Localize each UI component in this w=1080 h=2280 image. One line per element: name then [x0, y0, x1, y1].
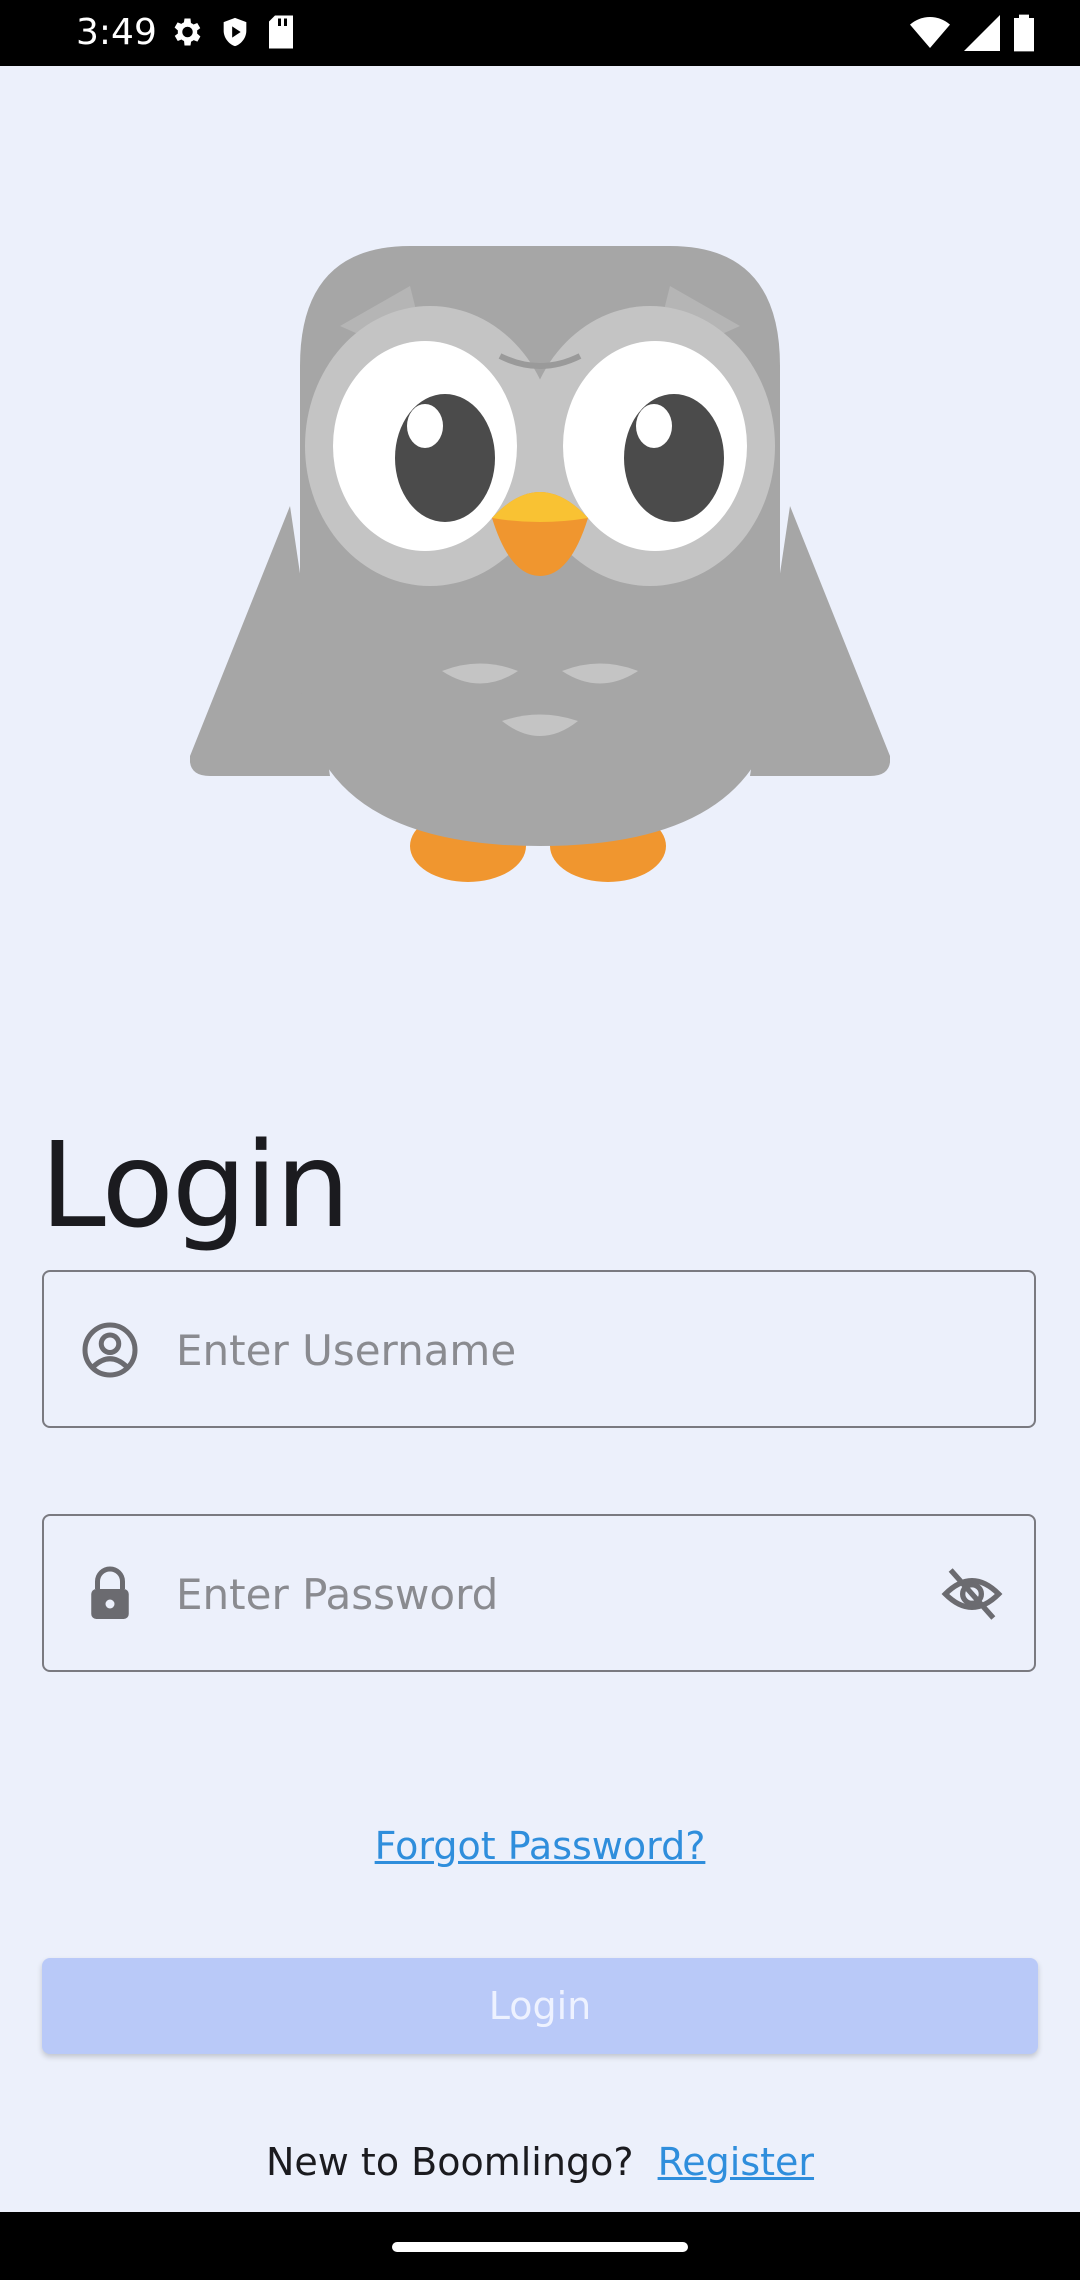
new-user-text: New to Boomlingo?: [265, 2140, 634, 2184]
user-circle-icon: [80, 1320, 140, 1380]
navigation-bar: [0, 2212, 1080, 2280]
visibility-off-icon[interactable]: [940, 1562, 1004, 1626]
wifi-icon: [910, 15, 950, 56]
register-link[interactable]: Register: [658, 2140, 814, 2184]
username-input[interactable]: [174, 1272, 938, 1428]
home-gesture-handle[interactable]: [392, 2242, 688, 2252]
status-bar: 3:49: [0, 0, 1080, 66]
status-right-icons: [910, 14, 1034, 57]
status-left-icons: [168, 14, 296, 55]
forgot-password-link[interactable]: Forgot Password?: [0, 1824, 1080, 1868]
shield-play-icon: [218, 14, 252, 55]
register-row: New to Boomlingo? Register: [0, 2140, 1080, 2184]
battery-icon: [1014, 14, 1034, 57]
lock-icon: [80, 1564, 140, 1624]
login-button[interactable]: Login: [42, 1958, 1038, 2054]
owl-mascot-icon: [189, 246, 891, 946]
sd-card-icon: [266, 14, 296, 55]
password-input[interactable]: [174, 1516, 938, 1672]
username-field[interactable]: [42, 1270, 1036, 1428]
gear-icon: [168, 14, 204, 55]
page-title: Login: [40, 1116, 350, 1254]
password-field[interactable]: [42, 1514, 1036, 1672]
login-screen: Login Forgot Passwor: [0, 66, 1080, 2212]
signal-icon: [964, 15, 1000, 56]
status-time: 3:49: [76, 12, 157, 53]
